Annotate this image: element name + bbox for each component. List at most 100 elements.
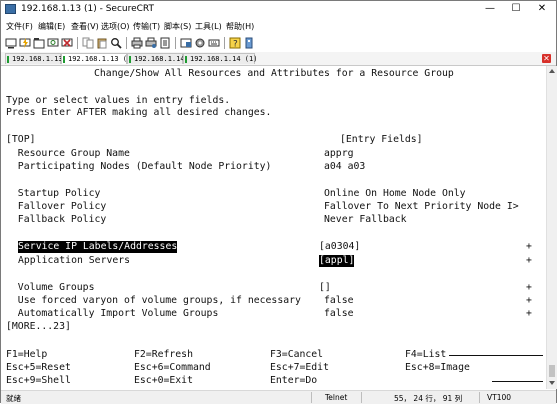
quick-connect-icon[interactable] — [19, 37, 31, 49]
field-label: Fallback Policy — [6, 214, 107, 225]
fkey-esc6-command: Esc+6=Command — [134, 362, 211, 373]
field-label: Application Servers — [18, 255, 131, 266]
list-available-marker: + — [526, 241, 532, 252]
minimize-button[interactable]: — — [477, 2, 503, 16]
application-servers-field[interactable]: [appl] — [319, 255, 355, 267]
help-icon[interactable]: ? — [229, 37, 241, 50]
status-emulation: VT100 — [487, 393, 512, 402]
field-label: Fallover Policy — [6, 201, 107, 212]
keymap-icon[interactable] — [208, 37, 220, 49]
close-tab-icon[interactable]: ✕ — [542, 54, 551, 63]
status-bar: 就绪 Telnet 55， 24 行， 91 列 VT100 — [1, 390, 556, 404]
menu-transfer[interactable]: 传输(T) — [133, 21, 160, 32]
terminal-screen[interactable]: Change/Show All Resources and Attributes… — [2, 66, 545, 389]
field-value[interactable]: apprg — [324, 148, 354, 160]
menu-file[interactable]: 文件(F) — [6, 21, 33, 32]
field-label: Volume Groups — [6, 282, 95, 293]
print-icon[interactable] — [131, 37, 143, 49]
session-tab-bar: 192.168.1.13 192.168.1.13 (1) 192.168.1.… — [1, 52, 556, 66]
menu-view[interactable]: 查看(V) — [71, 21, 99, 32]
status-divider — [311, 392, 312, 403]
menu-bar: 文件(F) 编辑(E) 查看(V) 选项(O) 传输(T) 脚本(S) 工具(L… — [1, 18, 556, 34]
field-label: Startup Policy — [6, 188, 101, 199]
list-available-marker: + — [526, 255, 532, 266]
find-icon[interactable] — [110, 37, 122, 49]
status-ready: 就绪 — [6, 394, 21, 403]
tab-192-168-1-13-1[interactable]: 192.168.1.13 (1) — [61, 53, 135, 64]
frame-line — [492, 381, 543, 382]
status-protocol: Telnet — [325, 393, 348, 402]
field-value[interactable]: false — [324, 295, 354, 307]
frame-line — [449, 355, 543, 356]
fkey-f3-cancel: F3=Cancel — [270, 349, 324, 360]
toolbar-separator — [175, 37, 176, 49]
toolbar-separator — [224, 37, 225, 49]
connect-tab-icon[interactable] — [33, 37, 45, 49]
status-divider — [479, 392, 480, 403]
fkey-esc7-edit: Esc+7=Edit — [270, 362, 329, 373]
field-value[interactable]: false — [324, 308, 354, 320]
service-ip-field[interactable]: [a0304] — [319, 241, 360, 253]
instruction-line: Press Enter AFTER making all desired cha… — [6, 107, 272, 118]
list-available-marker: + — [526, 295, 532, 306]
copy-icon[interactable] — [82, 37, 94, 49]
reconnect-icon[interactable] — [47, 37, 59, 49]
volume-groups-field[interactable]: [] — [319, 282, 331, 294]
tab-status-mark — [63, 56, 65, 63]
menu-tools[interactable]: 工具(L) — [195, 21, 222, 32]
instruction-line: Type or select values in entry fields. — [6, 95, 231, 106]
list-available-marker: + — [526, 282, 532, 293]
tab-192-168-1-13[interactable]: 192.168.1.13 — [5, 53, 63, 64]
scroll-down-arrow-icon[interactable] — [549, 381, 555, 385]
field-value[interactable]: Fallover To Next Priority Node I> — [324, 201, 519, 213]
fkey-esc5-reset: Esc+5=Reset — [6, 362, 71, 373]
fkey-esc9-shell: Esc+9=Shell — [6, 375, 71, 386]
field-label: Use forced varyon of volume groups, if n… — [6, 295, 301, 306]
smit-screen-title: Change/Show All Resources and Attributes… — [94, 68, 454, 79]
fkey-enter-do: Enter=Do — [270, 375, 318, 386]
global-options-icon[interactable] — [194, 37, 206, 49]
tab-192-168-1-14[interactable]: 192.168.1.14 — [127, 53, 185, 64]
field-label: Automatically Import Volume Groups — [6, 308, 219, 319]
tab-label: 192.168.1.13 — [12, 55, 63, 63]
tab-status-mark — [129, 56, 131, 63]
tab-label: 192.168.1.14 — [134, 55, 185, 63]
menu-script[interactable]: 脚本(S) — [164, 21, 191, 32]
window-title: 192.168.1.13 (1) - SecureCRT — [21, 4, 155, 14]
more-marker: [MORE...23] — [6, 321, 71, 332]
fkey-esc0-exit: Esc+0=Exit — [134, 375, 193, 386]
maximize-button[interactable]: ☐ — [503, 2, 529, 16]
print-setup-icon[interactable] — [145, 37, 157, 49]
scrollbar-thumb[interactable] — [549, 365, 555, 377]
svg-text:?: ? — [233, 40, 238, 50]
field-value[interactable]: Never Fallback — [324, 214, 407, 226]
field-label: Resource Group Name — [6, 148, 130, 159]
scroll-up-arrow-icon[interactable] — [549, 69, 555, 73]
field-value[interactable]: Online On Home Node Only — [324, 188, 466, 200]
toolbar: ? — [1, 34, 556, 53]
field-label-highlighted: Service IP Labels/Addresses — [18, 241, 178, 253]
fkey-f1-help: F1=Help — [6, 349, 48, 360]
paste-icon[interactable] — [96, 37, 108, 49]
tab-label: 192.168.1.14 (1) — [190, 55, 258, 63]
log-icon[interactable] — [159, 37, 171, 49]
tab-status-mark — [7, 56, 9, 63]
field-label: Participating Nodes (Default Node Priori… — [6, 161, 272, 172]
toolbar-separator — [77, 37, 78, 49]
tab-192-168-1-14-1[interactable]: 192.168.1.14 (1) — [183, 53, 258, 64]
menu-edit[interactable]: 编辑(E) — [38, 21, 65, 32]
close-button[interactable]: ✕ — [529, 2, 555, 16]
connect-icon[interactable] — [5, 37, 17, 49]
fkey-esc8-image: Esc+8=Image — [405, 362, 470, 373]
vertical-scrollbar[interactable] — [546, 66, 557, 389]
session-options-icon[interactable] — [180, 37, 192, 49]
fkey-f4-list: F4=List — [405, 349, 447, 360]
menu-options[interactable]: 选项(O) — [101, 21, 130, 32]
menu-help[interactable]: 帮助(H) — [226, 21, 254, 32]
disconnect-icon[interactable] — [61, 37, 73, 49]
about-icon[interactable] — [243, 37, 255, 49]
securecrt-window: 192.168.1.13 (1) - SecureCRT — ☐ ✕ 文件(F)… — [0, 0, 557, 404]
top-marker: [TOP] — [6, 134, 36, 145]
title-bar[interactable]: 192.168.1.13 (1) - SecureCRT — ☐ ✕ — [1, 1, 556, 18]
field-value[interactable]: a04 a03 — [324, 161, 365, 173]
